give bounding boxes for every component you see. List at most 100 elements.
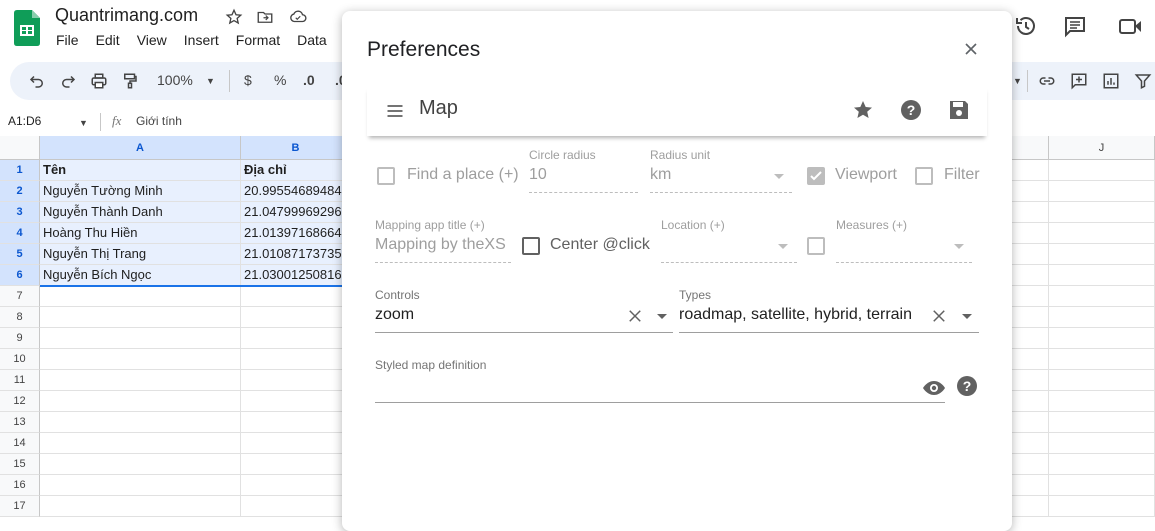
grid-cell[interactable] — [1012, 328, 1049, 349]
grid-cell[interactable] — [241, 391, 351, 412]
grid-cell[interactable] — [1012, 244, 1049, 265]
grid-cell[interactable] — [40, 475, 241, 496]
undo-icon[interactable] — [28, 72, 46, 90]
row-header[interactable]: 4 — [0, 223, 40, 244]
row-header[interactable]: 11 — [0, 370, 40, 391]
star-icon[interactable] — [851, 98, 875, 122]
grid-cell[interactable] — [1049, 160, 1155, 181]
grid-cell[interactable]: Nguyễn Thị Trang — [40, 244, 241, 265]
row-header[interactable]: 16 — [0, 475, 40, 496]
menu-edit[interactable]: Edit — [96, 32, 120, 48]
formula-input[interactable]: Giới tính — [136, 114, 182, 128]
types-select[interactable]: roadmap, satellite, hybrid, terrain — [679, 306, 912, 324]
version-history-icon[interactable] — [1014, 14, 1038, 38]
grid-cell[interactable] — [1012, 412, 1049, 433]
preview-eye-icon[interactable] — [922, 376, 946, 400]
grid-cell[interactable] — [1049, 328, 1155, 349]
paint-format-icon[interactable] — [121, 72, 139, 90]
grid-cell[interactable] — [40, 391, 241, 412]
grid-cell[interactable] — [1049, 307, 1155, 328]
grid-cell[interactable] — [40, 454, 241, 475]
name-box-dropdown-icon[interactable]: ▼ — [79, 118, 88, 128]
column-header-j[interactable]: J — [1049, 136, 1155, 160]
grid-cell[interactable] — [241, 454, 351, 475]
grid-cell[interactable] — [241, 475, 351, 496]
help-icon[interactable]: ? — [899, 98, 923, 122]
grid-cell[interactable] — [1049, 349, 1155, 370]
row-header[interactable]: 17 — [0, 496, 40, 517]
document-title[interactable]: Quantrimang.com — [55, 5, 198, 26]
row-header[interactable]: 3 — [0, 202, 40, 223]
radius-unit-select[interactable]: km — [650, 166, 671, 184]
save-icon[interactable] — [947, 98, 971, 122]
grid-cell[interactable] — [1012, 370, 1049, 391]
types-dropdown-icon[interactable] — [962, 314, 972, 319]
grid-cell[interactable] — [1012, 391, 1049, 412]
grid-cell[interactable]: 21.01397168664 — [241, 223, 351, 244]
grid-cell[interactable] — [1012, 475, 1049, 496]
grid-cell[interactable]: 21.03001250816 — [241, 265, 351, 286]
grid-cell[interactable] — [1049, 286, 1155, 307]
circle-radius-input[interactable]: 10 — [529, 166, 547, 184]
grid-cell[interactable] — [241, 349, 351, 370]
grid-cell[interactable] — [1049, 181, 1155, 202]
name-box[interactable]: A1:D6 — [8, 114, 41, 128]
grid-cell[interactable] — [1012, 223, 1049, 244]
grid-cell[interactable] — [1012, 349, 1049, 370]
grid-cell[interactable] — [241, 328, 351, 349]
percent-format-button[interactable]: % — [274, 72, 286, 88]
viewport-checkbox[interactable] — [807, 167, 825, 185]
menu-format[interactable]: Format — [236, 32, 280, 48]
menu-view[interactable]: View — [137, 32, 167, 48]
row-header[interactable]: 8 — [0, 307, 40, 328]
cloud-saved-icon[interactable] — [288, 8, 308, 26]
grid-cell[interactable] — [1049, 202, 1155, 223]
grid-cell[interactable]: Nguyễn Thành Danh — [40, 202, 241, 223]
column-header-b[interactable]: B — [241, 136, 351, 160]
menu-icon[interactable] — [385, 101, 405, 121]
grid-cell[interactable] — [1049, 223, 1155, 244]
grid-cell[interactable] — [1049, 370, 1155, 391]
grid-cell[interactable] — [1012, 307, 1049, 328]
radius-unit-dropdown-icon[interactable] — [774, 174, 784, 179]
grid-cell[interactable] — [40, 328, 241, 349]
row-header[interactable]: 6 — [0, 265, 40, 286]
grid-cell[interactable] — [40, 496, 241, 517]
select-all-corner[interactable] — [0, 136, 40, 160]
clear-controls-icon[interactable] — [626, 307, 644, 325]
zoom-select[interactable]: 100% — [157, 72, 193, 88]
measures-checkbox[interactable] — [807, 237, 825, 255]
grid-cell[interactable] — [40, 307, 241, 328]
close-icon[interactable] — [961, 39, 981, 59]
grid-cell[interactable]: Nguyễn Tường Minh — [40, 181, 241, 202]
grid-cell[interactable] — [1012, 496, 1049, 517]
currency-format-button[interactable]: $ — [244, 72, 252, 88]
menu-insert[interactable]: Insert — [184, 32, 219, 48]
grid-cell[interactable] — [1012, 454, 1049, 475]
grid-cell[interactable] — [1049, 454, 1155, 475]
grid-cell[interactable] — [1012, 181, 1049, 202]
grid-cell[interactable] — [40, 433, 241, 454]
grid-cell[interactable] — [1049, 265, 1155, 286]
controls-select[interactable]: zoom — [375, 306, 414, 324]
grid-cell[interactable] — [40, 370, 241, 391]
row-header[interactable]: 5 — [0, 244, 40, 265]
grid-cell[interactable] — [241, 307, 351, 328]
row-header[interactable]: 2 — [0, 181, 40, 202]
filter-icon[interactable] — [1134, 72, 1152, 90]
grid-cell[interactable] — [1049, 391, 1155, 412]
grid-cell[interactable] — [40, 412, 241, 433]
insert-chart-icon[interactable] — [1102, 72, 1120, 90]
measures-dropdown-icon[interactable] — [954, 244, 964, 249]
grid-cell[interactable]: Địa chỉ — [241, 160, 351, 181]
insert-comment-icon[interactable] — [1070, 72, 1088, 90]
column-header-i[interactable] — [1012, 136, 1049, 160]
grid-cell[interactable] — [40, 286, 241, 307]
grid-cell[interactable] — [241, 370, 351, 391]
menu-data[interactable]: Data — [297, 32, 327, 48]
row-header[interactable]: 10 — [0, 349, 40, 370]
grid-cell[interactable] — [1012, 160, 1049, 181]
row-header[interactable]: 9 — [0, 328, 40, 349]
styled-map-input[interactable] — [375, 376, 945, 400]
grid-cell[interactable]: 20.99554689484 — [241, 181, 351, 202]
